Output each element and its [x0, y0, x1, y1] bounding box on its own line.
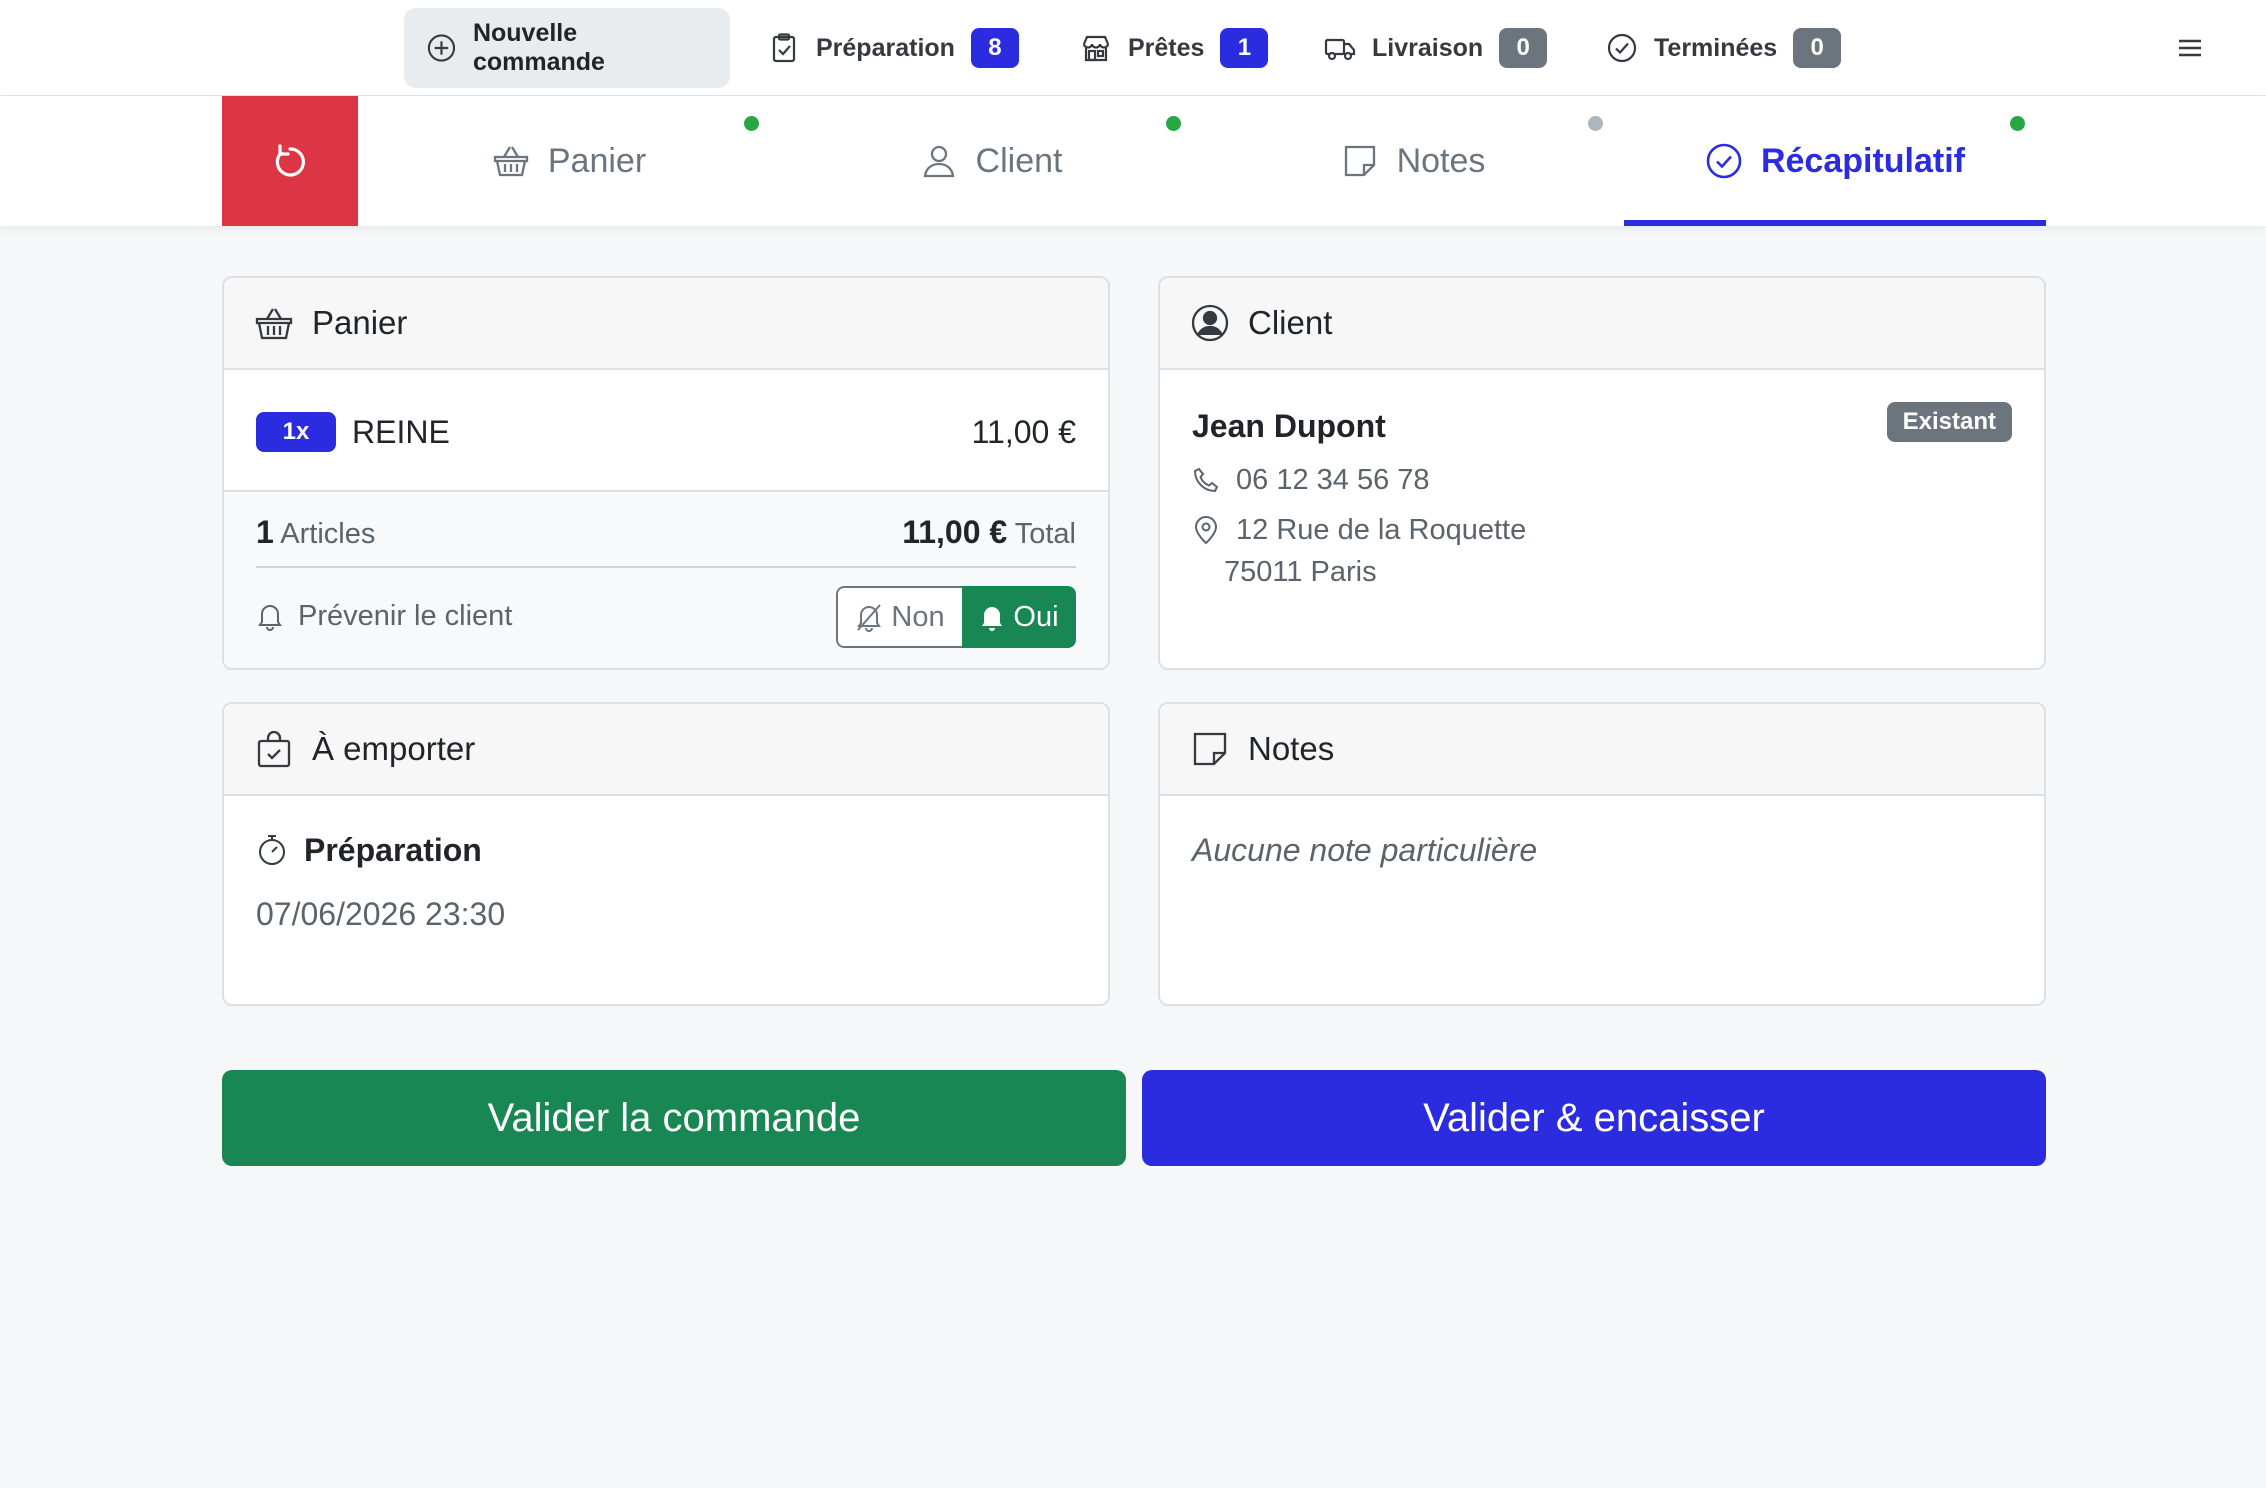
notify-no-label: Non: [891, 600, 945, 633]
nav-label: Terminées: [1654, 33, 1778, 62]
nav-label: Prêtes: [1128, 33, 1205, 62]
client-status-badge: Existant: [1886, 402, 2012, 442]
cart-footer: 1 Articles 11,00 € Total Prévenir le cli…: [224, 494, 1108, 668]
validate-order-label: Valider la commande: [487, 1095, 861, 1140]
clipboard-check-icon: [772, 33, 796, 63]
item-price: 11,00 €: [971, 414, 1076, 450]
step-status-dot: [2010, 116, 2025, 131]
stopwatch-icon: [259, 835, 285, 865]
tab-client[interactable]: Client: [780, 96, 1202, 226]
card-header: Notes: [1160, 704, 2044, 796]
shop-icon: [1082, 35, 1110, 62]
cart-item-row: 1x REINE 11,00 €: [224, 372, 1108, 492]
client-address: 12 Rue de la Roquette: [1192, 510, 1526, 550]
quantity-badge: 1x: [256, 412, 336, 452]
notes-card: Notes Aucune note particulière: [1158, 702, 2046, 1006]
notify-no-button[interactable]: Non: [836, 586, 962, 648]
top-navigation: Nouvelle commande Préparation 8 Prêtes 1…: [0, 0, 2266, 96]
count-badge: 0: [1793, 28, 1842, 68]
count-badge: 1: [1220, 28, 1269, 68]
prep-label: Préparation: [304, 832, 482, 868]
article-count-label: Articles: [280, 518, 376, 550]
notify-toggle: Non Oui: [836, 586, 1076, 648]
order-type-card: À emporter Préparation 07/06/2026 23:30: [222, 702, 1110, 1006]
total-label: Total: [1014, 518, 1076, 550]
nav-item-livraison[interactable]: Livraison 0: [1302, 8, 1569, 88]
nav-label: Livraison: [1372, 33, 1484, 62]
tab-label: Notes: [1396, 141, 1486, 180]
bell-fill-icon: [982, 607, 1003, 631]
notify-yes-button[interactable]: Oui: [962, 586, 1076, 648]
reset-order-button[interactable]: [222, 96, 358, 226]
notify-yes-label: Oui: [1013, 600, 1059, 633]
article-count: 1 Articles: [256, 512, 375, 554]
check-circle-icon: [1607, 33, 1637, 63]
new-order-label: Nouvelle commande: [472, 19, 605, 76]
notes-text: Aucune note particulière: [1192, 832, 1538, 868]
phone-icon: [1193, 467, 1219, 493]
nav-item-terminees[interactable]: Terminées 0: [1584, 8, 1863, 88]
total-value: 11,00 €: [902, 514, 1008, 550]
card-title: Client: [1248, 304, 1333, 341]
item-name: REINE: [352, 414, 450, 450]
card-title: Panier: [312, 304, 408, 341]
cart-summary-card: Panier 1x REINE 11,00 € 1 Articles 11,00…: [222, 276, 1110, 670]
bell-icon: [258, 605, 282, 631]
address-line1: 12 Rue de la Roquette: [1236, 514, 1527, 546]
new-order-button[interactable]: Nouvelle commande: [404, 8, 730, 88]
person-icon: [923, 145, 954, 178]
tab-recapitulatif[interactable]: Récapitulatif: [1624, 96, 2046, 226]
tab-label: Récapitulatif: [1760, 141, 1966, 180]
step-status-dot: [1166, 116, 1181, 131]
notify-label-text: Prévenir le client: [298, 600, 513, 632]
card-header: À emporter: [224, 704, 1108, 796]
tab-notes[interactable]: Notes: [1202, 96, 1624, 226]
address-line2: 75011 Paris: [1224, 556, 1377, 588]
nav-item-pretes[interactable]: Prêtes 1: [1058, 8, 1290, 88]
step-status-dot: [744, 116, 759, 131]
divider: [256, 566, 1076, 568]
order-steps: Panier Client Notes Récapitulatif: [0, 96, 2266, 226]
client-name: Jean Dupont: [1192, 408, 1386, 444]
sticky-note-icon: [1193, 732, 1227, 766]
reset-icon: [275, 144, 305, 177]
card-header: Client: [1160, 278, 2044, 370]
tab-panier[interactable]: Panier: [358, 96, 780, 226]
validate-and-pay-label: Valider & encaisser: [1423, 1095, 1765, 1140]
bell-slash-icon: [857, 604, 882, 632]
validate-and-pay-button[interactable]: Valider & encaisser: [1142, 1070, 2046, 1166]
person-circle-icon: [1191, 304, 1229, 342]
check-circle-icon: [1706, 143, 1742, 179]
cart-total: 11,00 € Total: [902, 512, 1076, 554]
tab-label: Client: [975, 141, 1063, 180]
prep-time-label: Préparation: [256, 830, 482, 870]
validate-order-button[interactable]: Valider la commande: [222, 1070, 1126, 1166]
tab-label: Panier: [547, 141, 647, 180]
card-title: Notes: [1248, 730, 1335, 767]
hamburger-menu-icon[interactable]: [2172, 30, 2208, 66]
nav-label: Préparation: [816, 33, 955, 62]
count-badge: 0: [1499, 28, 1548, 68]
prep-time-value: 07/06/2026 23:30: [256, 896, 506, 932]
basket-icon: [493, 146, 529, 177]
sticky-note-icon: [1344, 145, 1375, 177]
truck-icon: [1324, 38, 1356, 61]
plus-circle-icon: [427, 34, 456, 62]
bag-check-icon: [257, 730, 291, 768]
card-title: À emporter: [312, 730, 476, 767]
phone-number: 06 12 34 56 78: [1236, 464, 1430, 496]
nav-item-preparation[interactable]: Préparation 8: [746, 8, 1041, 88]
client-phone: 06 12 34 56 78: [1192, 460, 1430, 500]
card-header: Panier: [224, 278, 1108, 370]
client-summary-card: Client Jean Dupont Existant 06 12 34 56 …: [1158, 276, 2046, 670]
geo-pin-icon: [1194, 516, 1218, 545]
notify-client-label: Prévenir le client: [256, 596, 512, 636]
article-count-value: 1: [256, 514, 274, 550]
step-status-dot: [1588, 116, 1603, 131]
basket-icon: [255, 308, 293, 340]
count-badge: 8: [970, 28, 1019, 68]
